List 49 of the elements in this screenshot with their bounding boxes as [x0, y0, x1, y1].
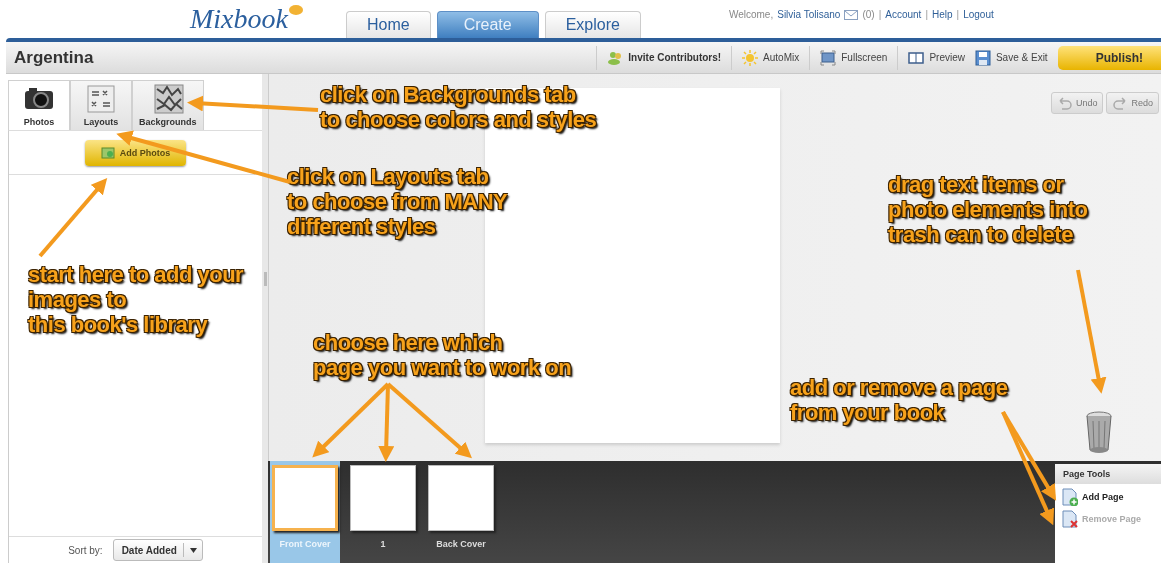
separator-text: |	[878, 9, 882, 20]
panel-tab[interactable]: Backgrounds	[132, 80, 204, 130]
layout-grid-icon	[85, 83, 117, 115]
callout-text: add or remove a page from your book	[790, 375, 1008, 425]
toolbar-button[interactable]: AutoMix	[742, 49, 800, 66]
undo-arrow-icon	[1056, 95, 1073, 111]
page-tool-button[interactable]: Add Page	[1055, 484, 1161, 506]
redo-arrow-icon	[1112, 95, 1129, 111]
callout-text: choose here which page you want to work on	[313, 330, 572, 380]
sun-icon	[742, 49, 759, 66]
message-count: (0)	[862, 9, 875, 20]
project-title: Argentina	[13, 47, 94, 68]
callout-text: start here to add your images to this book's library	[28, 262, 244, 337]
monitor-icon	[820, 49, 837, 66]
toolbar-button[interactable]: Preview	[908, 49, 965, 66]
welcome-text: Welcome,	[728, 9, 774, 20]
splitter-handle[interactable]	[263, 271, 267, 286]
caret-icon	[189, 547, 197, 553]
photo-add-icon	[100, 146, 115, 159]
separator-text: |	[956, 9, 960, 20]
pattern-swatch-icon	[151, 83, 184, 115]
callout-text: drag text items or photo elements into trash can to delete	[888, 172, 1088, 247]
speech-bubble-icon	[287, 4, 304, 16]
add-photos-button[interactable]: Add Photos	[84, 139, 187, 166]
sort-dropdown[interactable]: Date Added	[112, 539, 203, 561]
envelope-icon	[844, 9, 859, 20]
callout-text: click on Backgrounds tab to choose colors and styles	[320, 82, 597, 132]
separator-text: |	[925, 9, 928, 20]
user-name-link[interactable]: Silvia Tolisano	[777, 9, 841, 20]
trash-can-icon	[1085, 411, 1115, 455]
people-icon	[607, 49, 624, 66]
nav-tab[interactable]: Explore	[544, 11, 641, 38]
header-link[interactable]: Logout	[963, 9, 994, 20]
mixbook-logo[interactable]: Mixbook	[190, 2, 304, 38]
publish-button[interactable]: Publish!	[1057, 45, 1161, 70]
toolbar-button[interactable]: Fullscreen	[820, 49, 888, 66]
panel-tab[interactable]: Layouts	[70, 80, 132, 130]
callout-text: click on Layouts tab to choose from MANY different styles	[287, 164, 508, 239]
panel-tab[interactable]: Photos	[8, 80, 70, 130]
nav-tab[interactable]: Home	[345, 11, 431, 38]
panel-title: Page Tools	[1055, 464, 1161, 484]
toolbar-button[interactable]: Invite Contributors!	[607, 49, 722, 66]
toolbar-button[interactable]: Save & Exit	[974, 49, 1048, 66]
book-icon	[908, 49, 925, 66]
page-delete-icon	[1061, 510, 1078, 528]
page-add-icon	[1061, 488, 1078, 506]
header-link[interactable]: Help	[932, 9, 953, 20]
header-link[interactable]: Account	[885, 9, 922, 20]
sort-label: Sort by:	[68, 544, 103, 556]
